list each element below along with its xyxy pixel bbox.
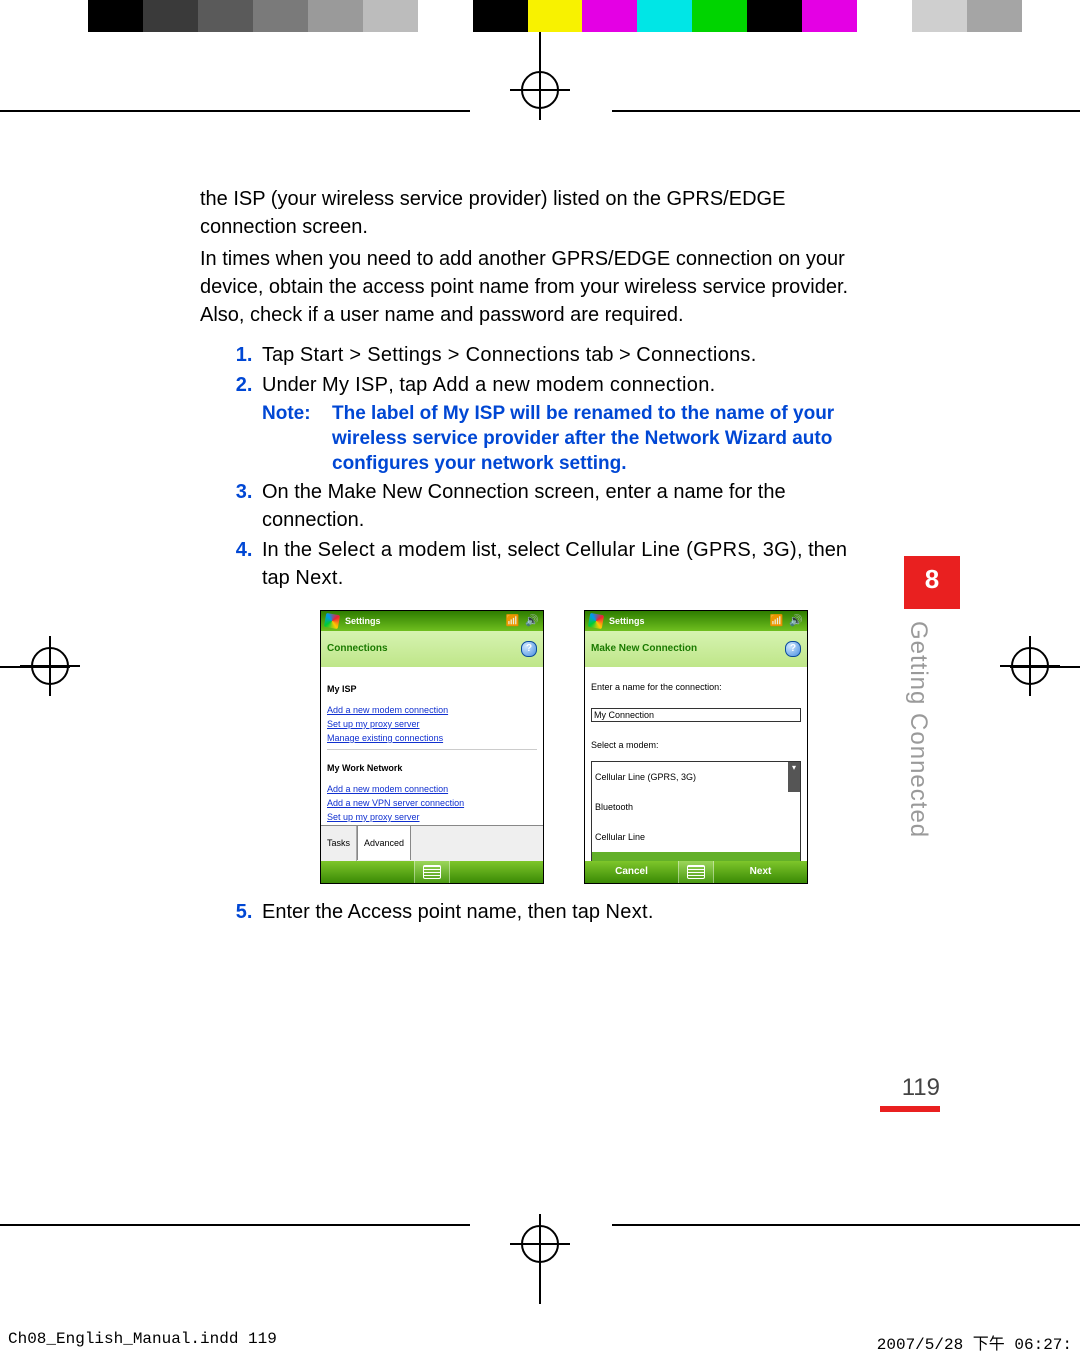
- subheader-text: Make New Connection: [591, 635, 697, 663]
- group-header: My Work Network: [327, 754, 537, 782]
- ui-label: My ISP: [322, 374, 388, 396]
- link: Set up my proxy server: [327, 717, 537, 731]
- text: .: [710, 374, 716, 396]
- screenshot-row: Settings 📶 🔊 Connections ? My ISP Add a …: [320, 610, 860, 884]
- tab: Tasks: [321, 826, 357, 861]
- page-number-text: 119: [902, 1074, 940, 1101]
- slug-file: Ch08_English_Manual.indd 119: [8, 1330, 277, 1354]
- help-icon: ?: [521, 641, 537, 657]
- option: Bluetooth: [592, 792, 800, 822]
- text: list, select: [466, 539, 565, 561]
- softkey-left: Cancel: [585, 861, 678, 883]
- menu-path: Connections: [636, 344, 750, 366]
- softkey-right: Next: [714, 861, 807, 883]
- chevron-down-icon: ▾: [788, 762, 800, 792]
- text: Under: [262, 374, 322, 396]
- note-label: Note:: [262, 401, 332, 476]
- softkey-right: [450, 861, 543, 883]
- note: Note: The label of My ISP will be rename…: [262, 401, 860, 476]
- chapter-title: Getting Connected: [904, 609, 946, 838]
- connection-name-input: [591, 708, 801, 722]
- text: Tap: [262, 344, 300, 366]
- step-2: Under My ISP, tap Add a new modem connec…: [258, 371, 860, 476]
- slug-timestamp: 2007/5/28 下午 06:27:: [877, 1330, 1072, 1354]
- registration-mark-icon: [20, 636, 80, 696]
- paragraph: In times when you need to add another GP…: [200, 245, 860, 329]
- device-titlebar: Settings 📶 🔊: [585, 611, 807, 631]
- subheader-text: Connections: [327, 635, 388, 663]
- signal-icon: 📶: [506, 610, 520, 635]
- ui-label: Add a new modem connection: [433, 374, 710, 396]
- link: Set up my proxy server: [327, 810, 537, 824]
- page-number: 119: [880, 1074, 940, 1112]
- device-subheader: Connections ?: [321, 631, 543, 667]
- divider: [327, 749, 537, 750]
- text: .: [338, 567, 344, 589]
- ui-label: Next: [606, 901, 648, 923]
- step-1: Tap Start > Settings > Connections tab >…: [258, 341, 860, 369]
- menu-path: Start > Settings > Connections: [300, 344, 580, 366]
- link: Manage existing connections: [327, 731, 537, 745]
- device-softkeys: [321, 861, 543, 883]
- start-flag-icon: [588, 613, 604, 629]
- modem-select: Cellular Line (GPRS, 3G)▾ Bluetooth Cell…: [591, 761, 801, 861]
- screenshot-connections: Settings 📶 🔊 Connections ? My ISP Add a …: [320, 610, 544, 884]
- help-icon: ?: [785, 641, 801, 657]
- calibration-color-bar: [88, 0, 1022, 32]
- step-4: In the Select a modem list, select Cellu…: [258, 536, 860, 884]
- note-body: The label of My ISP will be renamed to t…: [332, 401, 860, 476]
- registration-mark-icon: [1000, 636, 1060, 696]
- crop-mark-line: [612, 1224, 1080, 1226]
- volume-icon: 🔊: [525, 610, 539, 635]
- link: Add a new modem connection: [327, 703, 537, 717]
- slug-line: Ch08_English_Manual.indd 119 2007/5/28 下…: [0, 1330, 1080, 1354]
- step-3: On the Make New Connection screen, enter…: [258, 478, 860, 534]
- group-header: My ISP: [327, 675, 537, 703]
- link: Add a new VPN server connection: [327, 796, 537, 810]
- tab-active: Advanced: [357, 825, 411, 860]
- screenshot-make-new-connection: Settings 📶 🔊 Make New Connection ? Enter…: [584, 610, 808, 884]
- chapter-number: 8: [904, 556, 960, 609]
- volume-icon: 🔊: [789, 610, 803, 635]
- keyboard-icon: [678, 861, 714, 883]
- ui-label: Next: [295, 567, 337, 589]
- registration-mark-icon: [510, 1214, 570, 1274]
- page-number-underline: [880, 1106, 940, 1112]
- page-content: the ISP (your wireless service provider)…: [200, 185, 860, 928]
- field-label: Enter a name for the connection:: [591, 673, 801, 701]
- text: tab >: [580, 344, 636, 366]
- option: Cellular Line: [592, 822, 800, 852]
- softkey-left: [321, 861, 414, 883]
- paragraph: the ISP (your wireless service provider)…: [200, 185, 860, 241]
- ui-label: Select a modem: [318, 539, 467, 561]
- text: Enter the Access point name, then tap: [262, 901, 606, 923]
- device-softkeys: Cancel Next: [585, 861, 807, 883]
- link: Add a new modem connection: [327, 782, 537, 796]
- signal-icon: 📶: [770, 610, 784, 635]
- steps-list: Tap Start > Settings > Connections tab >…: [200, 341, 860, 926]
- device-body: Enter a name for the connection: Select …: [585, 667, 807, 861]
- keyboard-icon: [414, 861, 450, 883]
- chapter-side-tab: 8 Getting Connected: [904, 556, 960, 838]
- text: .: [648, 901, 654, 923]
- crop-mark-line: [612, 110, 1080, 112]
- start-flag-icon: [324, 613, 340, 629]
- ui-label: Cellular Line (GPRS, 3G): [565, 539, 797, 561]
- device-titlebar: Settings 📶 🔊: [321, 611, 543, 631]
- select-value: Cellular Line (GPRS, 3G): [592, 762, 788, 792]
- crop-mark-line: [0, 1224, 470, 1226]
- crop-mark-line: [0, 110, 470, 112]
- text: In the: [262, 539, 318, 561]
- text: , tap: [388, 374, 432, 396]
- field-label: Select a modem:: [591, 731, 801, 759]
- registration-mark-icon: [510, 60, 570, 120]
- device-tabs: Tasks Advanced: [321, 825, 543, 861]
- device-subheader: Make New Connection ?: [585, 631, 807, 667]
- step-5: Enter the Access point name, then tap Ne…: [258, 898, 860, 926]
- text: .: [751, 344, 757, 366]
- device-body: My ISP Add a new modem connection Set up…: [321, 667, 543, 825]
